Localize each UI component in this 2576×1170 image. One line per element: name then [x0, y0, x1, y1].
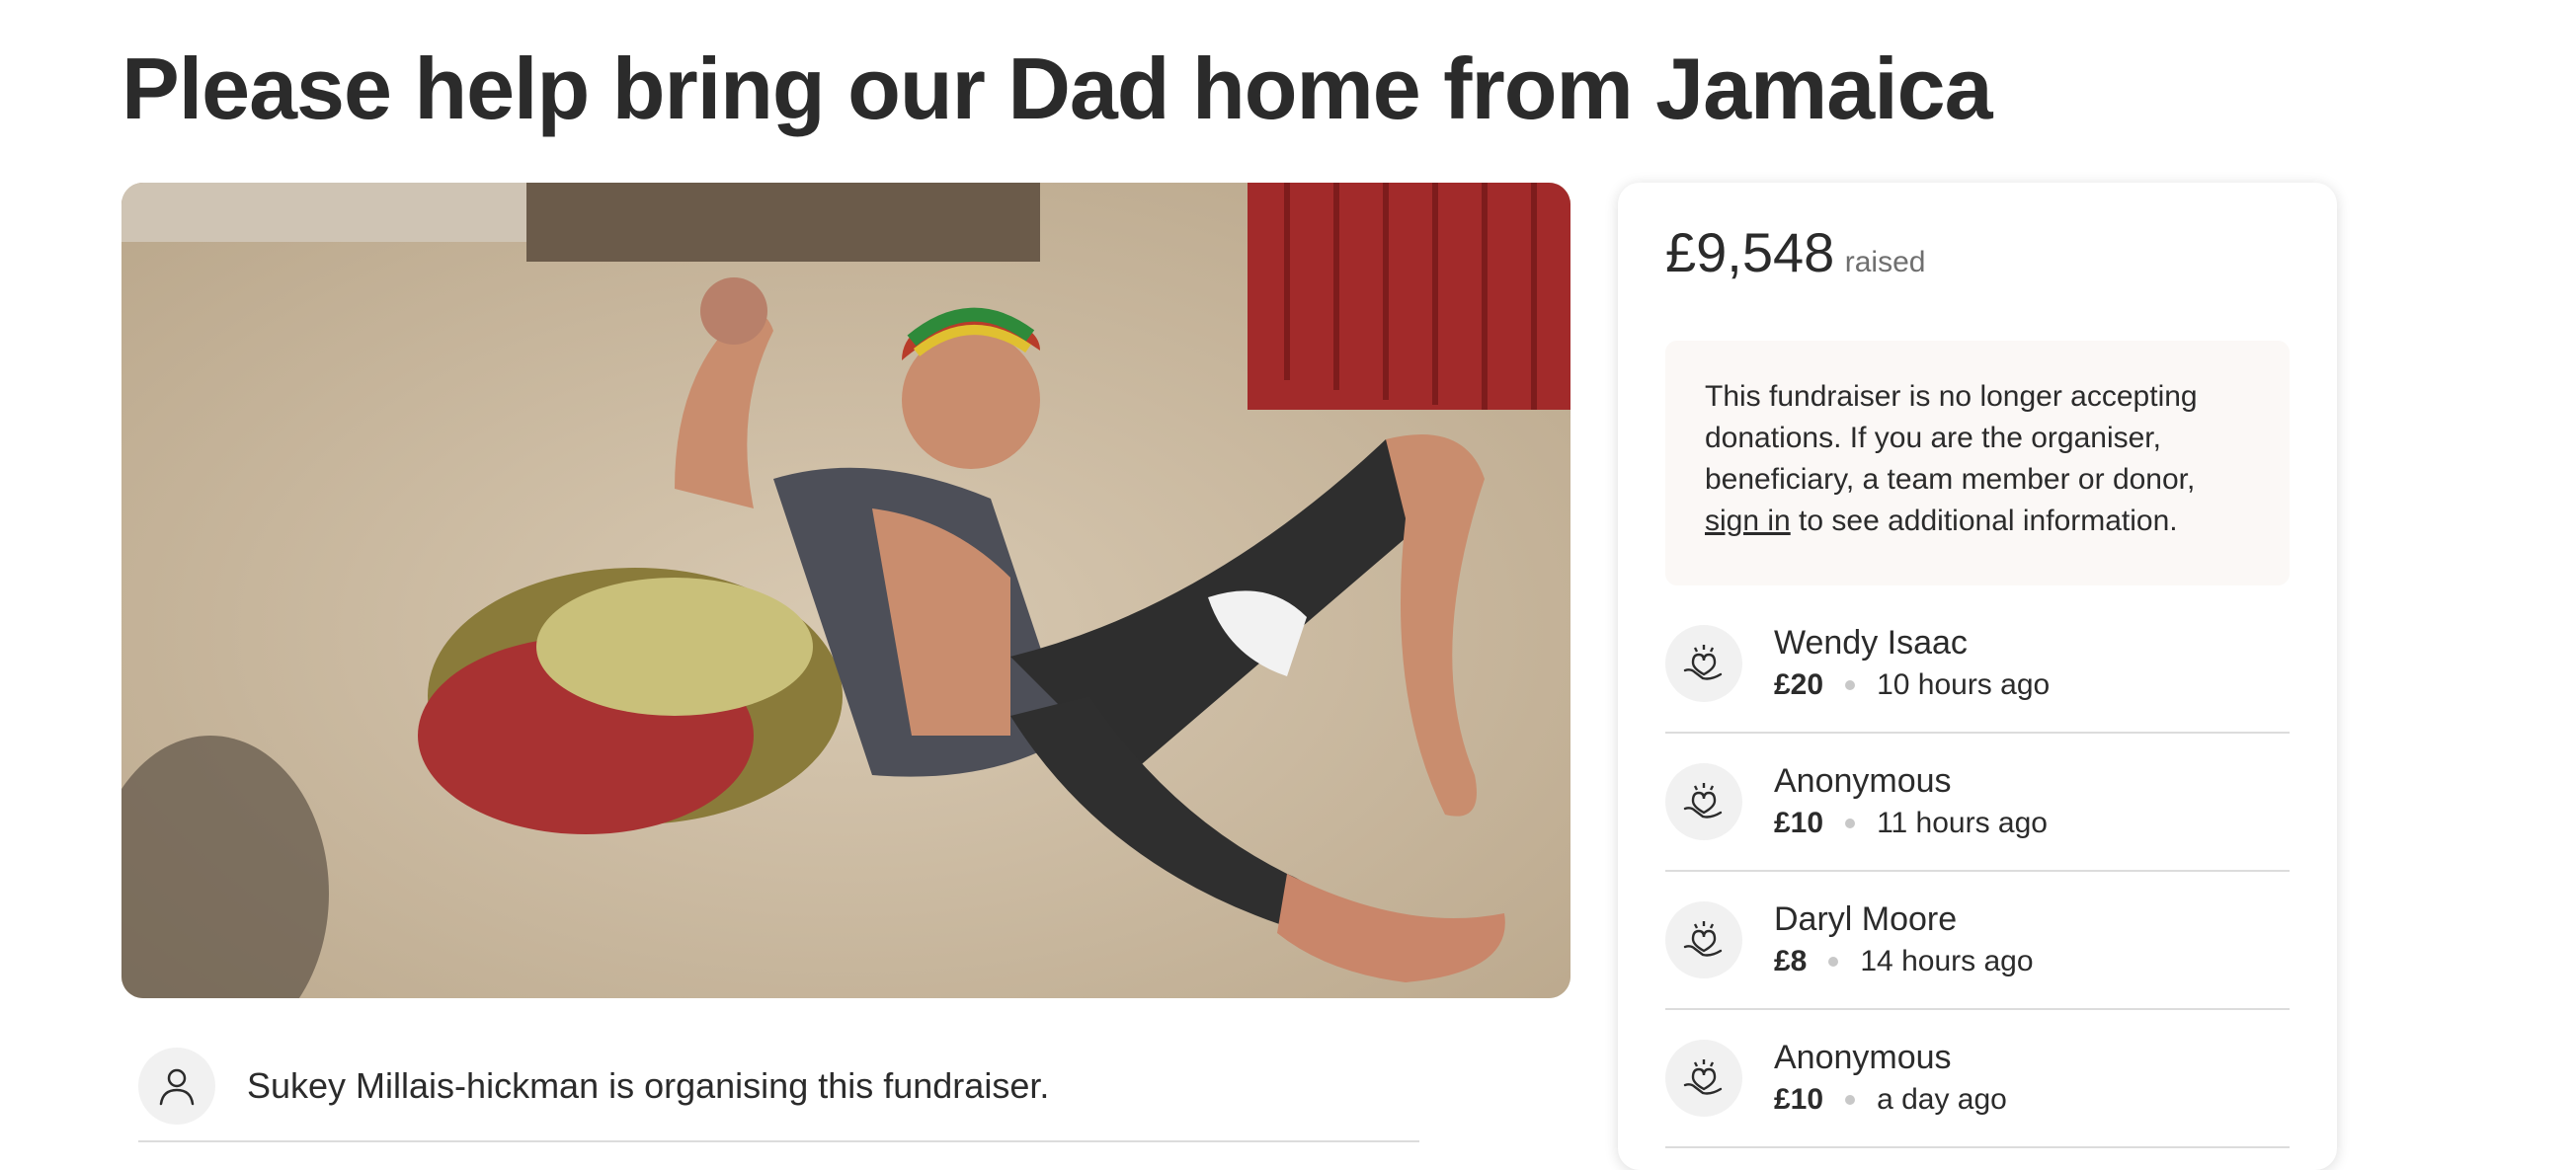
heart-hands-icon [1665, 901, 1742, 978]
donor-name: Wendy Isaac [1774, 624, 1968, 662]
page-title: Please help bring our Dad home from Jama… [121, 39, 1993, 137]
donor-name: Daryl Moore [1774, 900, 1958, 938]
separator-dot [1845, 819, 1856, 828]
donation-amount: £10 [1774, 807, 1824, 839]
separator-dot [1845, 1095, 1856, 1105]
donation-item: Anonymous £10 a day ago [1665, 1010, 2290, 1148]
fundraiser-photo-image [121, 183, 1570, 998]
donation-amount: £10 [1774, 1083, 1824, 1116]
organiser-row: Sukey Millais-hickman is organising this… [138, 1032, 1419, 1142]
donation-time: 10 hours ago [1877, 668, 2051, 701]
closed-notice: This fundraiser is no longer accepting d… [1665, 341, 2290, 585]
raised-amount: £9,548 [1665, 221, 1835, 283]
notice-text-end: to see additional information. [1790, 505, 2178, 537]
donation-item: Wendy Isaac £20 10 hours ago [1665, 595, 2290, 734]
donor-name: Anonymous [1774, 1039, 1952, 1076]
separator-dot [1828, 957, 1839, 967]
heart-hands-icon [1665, 763, 1742, 840]
donation-amount: £20 [1774, 668, 1824, 701]
organiser-text: Sukey Millais-hickman is organising this… [247, 1065, 1050, 1106]
donation-time: a day ago [1877, 1083, 2007, 1116]
donation-time: 11 hours ago [1877, 807, 2048, 839]
fundraiser-photo[interactable] [121, 183, 1570, 998]
raised-label: raised [1844, 246, 1926, 278]
heart-hands-icon [1665, 625, 1742, 702]
donor-name: Anonymous [1774, 762, 1952, 800]
separator-dot [1845, 680, 1856, 690]
sign-in-link[interactable]: sign in [1705, 505, 1791, 537]
donation-item: Anonymous £10 11 hours ago [1665, 734, 2290, 872]
donation-amount: £8 [1774, 945, 1808, 977]
donation-panel: £9,548 raised This fundraiser is no long… [1618, 183, 2337, 1170]
user-icon [138, 1048, 215, 1125]
heart-hands-icon [1665, 1040, 1742, 1117]
donation-item: Daryl Moore £8 14 hours ago [1665, 872, 2290, 1010]
donation-time: 14 hours ago [1860, 945, 2034, 977]
notice-text: This fundraiser is no longer accepting d… [1705, 380, 2198, 496]
donation-list: Wendy Isaac £20 10 hours ago Anonymous £… [1665, 595, 2290, 1148]
raised-summary: £9,548 raised [1665, 220, 1925, 284]
